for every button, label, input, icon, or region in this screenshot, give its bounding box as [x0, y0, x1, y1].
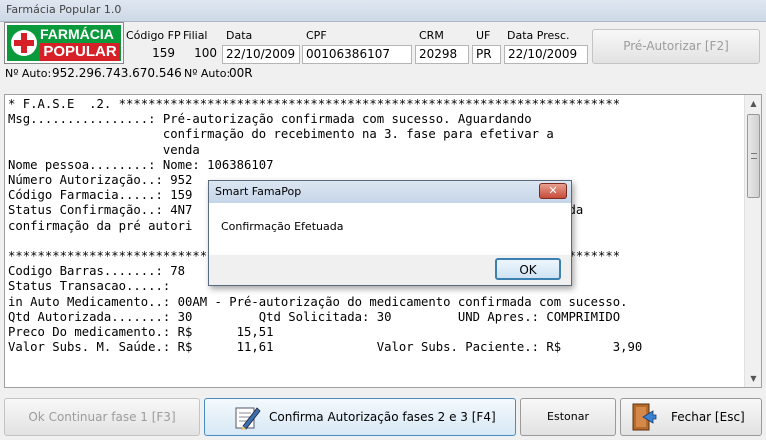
estornar-button[interactable]: Estonar: [520, 398, 616, 436]
no-auto-label: Nº Auto:: [5, 67, 52, 80]
uf-label: UF: [476, 29, 491, 42]
data-field[interactable]: 22/10/2009: [222, 45, 300, 64]
ok-continuar-button[interactable]: Ok Continuar fase 1 [F3]: [4, 398, 200, 436]
codigo-fp-label: Código FP: [126, 29, 181, 42]
fechar-label: Fechar [Esc]: [671, 410, 745, 424]
filial-label: Filial: [183, 29, 208, 42]
cpf-field[interactable]: 00106386107: [302, 45, 412, 64]
message-dialog: Smart FamaPop ✕ Confirmação Efetuada OK: [208, 180, 572, 286]
farmacia-popular-logo: FARMÁCIA POPULAR: [4, 22, 124, 64]
crm-label: CRM: [419, 29, 444, 42]
exit-door-icon: [632, 403, 657, 431]
dialog-ok-button[interactable]: OK: [495, 258, 561, 280]
no-auto2-label: Nº Auto:: [184, 67, 231, 80]
pen-document-icon: [235, 407, 261, 430]
codigo-fp-value: 159: [152, 46, 175, 60]
fechar-button[interactable]: Fechar [Esc]: [620, 398, 762, 436]
cpf-label: CPF: [306, 29, 327, 42]
dialog-body: Confirmação Efetuada: [209, 203, 571, 255]
dialog-close-button[interactable]: ✕: [539, 183, 567, 199]
window-title: Farmácia Popular 1.0: [6, 3, 122, 16]
grip-icon: [751, 153, 757, 159]
red-cross-icon: [11, 30, 37, 56]
logo-line2: POPULAR: [40, 43, 120, 61]
confirma-label: Confirma Autorização fases 2 e 3 [F4]: [269, 410, 496, 424]
scroll-thumb[interactable]: [747, 114, 760, 198]
window-titlebar: Farmácia Popular 1.0: [0, 0, 766, 22]
data-presc-field[interactable]: 22/10/2009: [504, 45, 588, 64]
vertical-scrollbar[interactable]: ▲ ▼: [744, 95, 761, 387]
no-auto2-value: 00R: [229, 66, 253, 80]
scroll-up-icon[interactable]: ▲: [745, 95, 761, 112]
uf-field[interactable]: PR: [472, 45, 501, 64]
logo-line1: FARMÁCIA: [40, 26, 114, 42]
no-auto-value: 952.296.743.670.546: [52, 66, 182, 80]
dialog-title: Smart FamaPop: [209, 181, 571, 203]
pre-autorizar-button[interactable]: Pré-Autorizar [F2]: [592, 29, 760, 64]
data-presc-label: Data Presc.: [507, 29, 570, 42]
filial-value: 100: [194, 46, 217, 60]
confirma-autorizacao-button[interactable]: Confirma Autorização fases 2 e 3 [F4]: [204, 398, 516, 436]
data-label: Data: [226, 29, 253, 42]
scroll-down-icon[interactable]: ▼: [745, 370, 761, 387]
crm-field[interactable]: 20298: [415, 45, 469, 64]
dialog-message: Confirmação Efetuada: [221, 220, 344, 233]
